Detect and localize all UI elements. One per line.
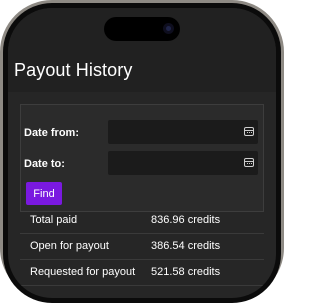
date-to-label: Date to: (24, 158, 65, 170)
date-from-label: Date from: (24, 127, 80, 139)
date-from-input[interactable] (108, 120, 258, 144)
date-to-input[interactable] (108, 151, 258, 175)
find-button[interactable]: Find (26, 182, 62, 205)
calendar-icon[interactable] (244, 158, 254, 167)
front-camera-icon (163, 23, 174, 34)
summary-row-requested-for-payout: Requested for payout 521.58 credits (20, 260, 264, 286)
page-title: Payout History (14, 60, 133, 80)
summary-row-open-for-payout: Open for payout 386.54 credits (20, 234, 264, 260)
summary-label: Open for payout (30, 240, 109, 252)
summary-row-total-paid: Total paid 836.96 credits (20, 208, 264, 234)
summary-label: Total paid (30, 214, 78, 226)
summary-value: 386.54 credits (151, 240, 221, 252)
summary-label: Requested for payout (30, 266, 136, 278)
summary-value: 836.96 credits (151, 214, 221, 226)
calendar-icon[interactable] (244, 127, 254, 136)
phone-frame: Payout History Date from: Date to: Find … (0, 0, 284, 303)
summary-value: 521.58 credits (151, 266, 221, 278)
app-screen: Payout History Date from: Date to: Find … (8, 8, 276, 298)
dynamic-island (104, 17, 180, 41)
